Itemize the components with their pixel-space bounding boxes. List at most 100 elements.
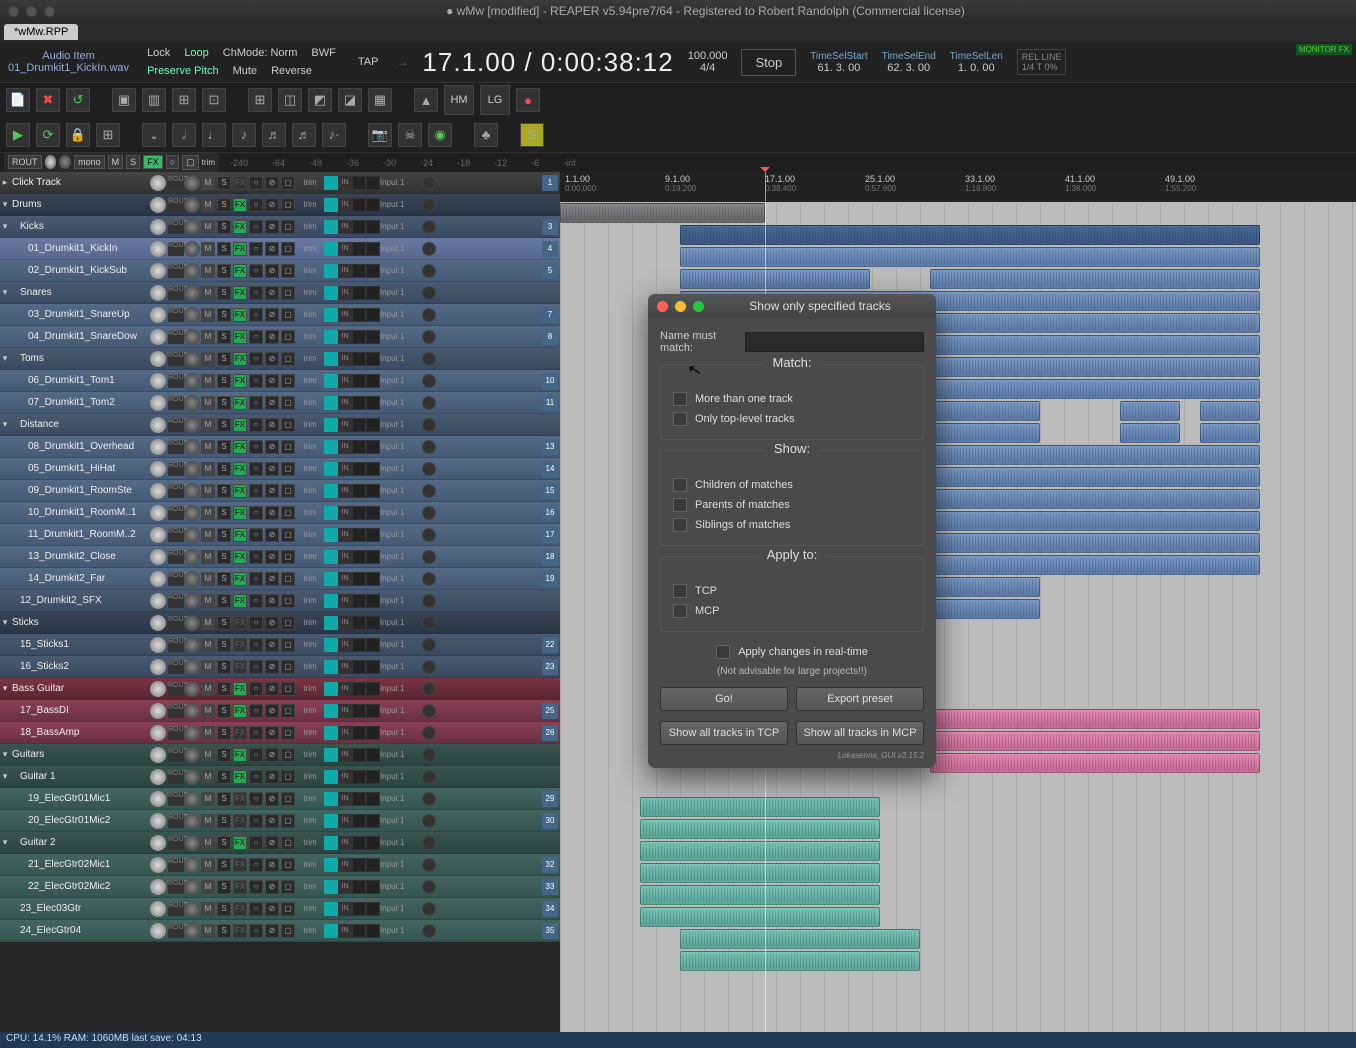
arrange-row[interactable] (560, 906, 1356, 928)
track-row[interactable]: ▾TomsROUTEMSFX○⊘▢trimINInput 1 (0, 348, 560, 370)
envelope-icon[interactable] (324, 462, 338, 476)
close-icon[interactable] (657, 301, 668, 312)
record-arm-button[interactable] (422, 924, 436, 938)
project-tab[interactable]: *wMw.RPP (4, 24, 78, 40)
input-selector[interactable]: Input 1 (380, 464, 422, 473)
time-display[interactable]: 17.1.00 / 0:00:38:12 (422, 47, 673, 78)
fx-button[interactable]: FX (233, 550, 247, 564)
pan-knob[interactable] (184, 703, 200, 719)
item-edit-icon[interactable]: ▦ (368, 88, 392, 112)
in-button[interactable]: IN (338, 484, 352, 498)
input-selector[interactable]: Input 1 (380, 420, 422, 429)
media-item[interactable] (560, 203, 765, 223)
new-project-icon[interactable]: 📄 (6, 88, 30, 112)
monitor-icon[interactable] (366, 374, 380, 388)
in-button[interactable]: IN (338, 418, 352, 432)
pan-knob[interactable] (184, 219, 200, 235)
fx-button[interactable]: FX (233, 286, 247, 300)
env-button[interactable]: ▢ (281, 814, 295, 828)
track-name[interactable]: Distance (10, 419, 148, 430)
snap-icon[interactable]: ⊞ (172, 88, 196, 112)
trim-label[interactable]: trim (296, 596, 324, 605)
mute-button[interactable]: M (201, 374, 215, 388)
input-selector[interactable]: Input 1 (380, 530, 422, 539)
in-button[interactable]: IN (338, 682, 352, 696)
record-arm-button[interactable] (422, 462, 436, 476)
volume-knob[interactable] (150, 659, 166, 675)
trim-label[interactable]: trim (296, 684, 324, 693)
fx-bypass-button[interactable]: ○ (249, 396, 263, 410)
solo-button[interactable]: S (217, 462, 231, 476)
fx-button[interactable]: FX (233, 836, 247, 850)
solo-button[interactable]: S (217, 924, 231, 938)
envelope-icon[interactable] (324, 880, 338, 894)
monitor-icon[interactable] (366, 484, 380, 498)
input-selector[interactable]: Input 1 (380, 662, 422, 671)
media-item[interactable] (680, 247, 1260, 267)
in-button[interactable]: IN (338, 264, 352, 278)
media-item[interactable] (930, 577, 1040, 597)
volume-knob[interactable] (150, 175, 166, 191)
env-button[interactable]: ▢ (281, 396, 295, 410)
speaker-icon[interactable] (352, 528, 366, 542)
envelope-icon[interactable] (324, 506, 338, 520)
input-selector[interactable]: Input 1 (380, 926, 422, 935)
envelope-icon[interactable] (324, 902, 338, 916)
phase-button[interactable]: ⊘ (265, 704, 279, 718)
route-button[interactable]: ROUTE (168, 418, 184, 432)
envelope-icon[interactable] (324, 528, 338, 542)
volume-knob[interactable] (150, 351, 166, 367)
envelope-icon[interactable] (324, 374, 338, 388)
envelope-icon[interactable] (324, 924, 338, 938)
solo-button[interactable]: S (217, 418, 231, 432)
record-arm-button[interactable] (422, 770, 436, 784)
in-button[interactable]: IN (338, 176, 352, 190)
phase-button[interactable]: ⊘ (265, 836, 279, 850)
trim-label[interactable]: trim (296, 266, 324, 275)
move-envelope-icon[interactable]: ▣ (112, 88, 136, 112)
monitor-icon[interactable] (366, 792, 380, 806)
trim-label[interactable]: trim (296, 420, 324, 429)
monitor-icon[interactable] (366, 814, 380, 828)
solo-button[interactable]: S (217, 484, 231, 498)
siblings-checkbox[interactable] (673, 518, 687, 532)
show-all-mcp-button[interactable]: Show all tracks in MCP (796, 721, 924, 745)
solo-button[interactable]: S (217, 726, 231, 740)
envelope-icon[interactable] (324, 682, 338, 696)
ripple-all-icon[interactable]: ↺ (66, 88, 90, 112)
in-button[interactable]: IN (338, 462, 352, 476)
speaker-icon[interactable] (352, 418, 366, 432)
toggle-green-icon[interactable]: ◉ (428, 123, 452, 147)
phase-button[interactable]: ⊘ (265, 440, 279, 454)
master-fx-bypass-icon[interactable]: ○ (166, 155, 179, 169)
club-icon[interactable]: ♣ (474, 123, 498, 147)
fx-button[interactable]: FX (233, 330, 247, 344)
minimize-icon[interactable] (675, 301, 686, 312)
volume-knob[interactable] (150, 219, 166, 235)
envelope-icon[interactable] (324, 616, 338, 630)
in-button[interactable]: IN (338, 660, 352, 674)
speaker-icon[interactable] (352, 352, 366, 366)
in-button[interactable]: IN (338, 572, 352, 586)
solo-button[interactable]: S (217, 198, 231, 212)
volume-knob[interactable] (150, 923, 166, 939)
fx-button[interactable]: FX (233, 374, 247, 388)
speaker-icon[interactable] (352, 264, 366, 278)
route-button[interactable]: ROUTE (168, 330, 184, 344)
in-button[interactable]: IN (338, 506, 352, 520)
track-row[interactable]: 08_Drumkit1_OverheadROUTEMSFX○⊘▢trimINIn… (0, 436, 560, 458)
master-route[interactable]: ROUT (8, 155, 42, 169)
zoom-icon[interactable] (693, 301, 704, 312)
track-row[interactable]: 03_Drumkit1_SnareUpROUTEMSFX○⊘▢trimINInp… (0, 304, 560, 326)
env-button[interactable]: ▢ (281, 176, 295, 190)
volume-knob[interactable] (150, 747, 166, 763)
speaker-icon[interactable] (352, 638, 366, 652)
envelope-icon[interactable] (324, 286, 338, 300)
envelope-icon[interactable] (324, 770, 338, 784)
phase-button[interactable]: ⊘ (265, 264, 279, 278)
trim-label[interactable]: trim (296, 618, 324, 627)
folder-toggle-icon[interactable]: ▾ (0, 287, 10, 298)
speaker-icon[interactable] (352, 462, 366, 476)
track-name[interactable]: Click Track (10, 177, 148, 188)
record-arm-button[interactable] (422, 660, 436, 674)
